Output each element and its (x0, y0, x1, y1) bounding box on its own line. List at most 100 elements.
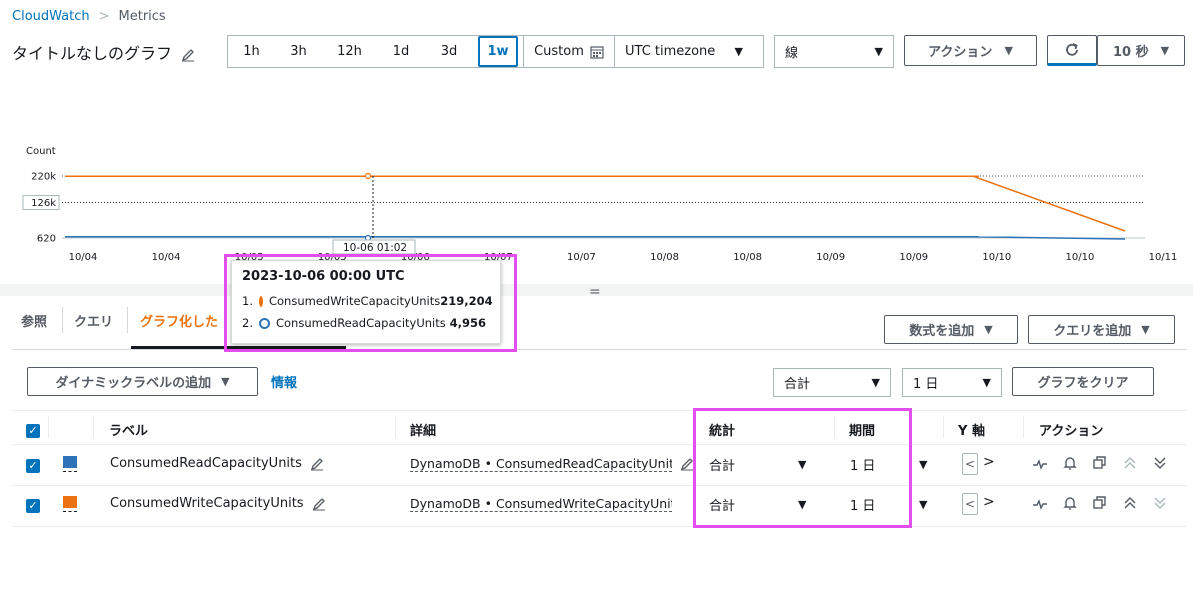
caret-down-icon: ▼ (982, 376, 991, 389)
range-1h[interactable]: 1h (228, 36, 275, 67)
graph-title: タイトルなしのグラフ (12, 44, 173, 63)
dynamic-label-button[interactable]: ダイナミックラベルの追加 ▼ (27, 367, 258, 396)
pencil-icon[interactable] (680, 457, 694, 471)
y-axis-right-button[interactable]: > (983, 494, 995, 510)
range-12h[interactable]: 12h (322, 36, 377, 67)
tab-graphed-metrics[interactable]: グラフ化した (140, 311, 218, 330)
breadcrumb-cloudwatch-link[interactable]: CloudWatch (12, 9, 90, 24)
period-select[interactable]: 1 日 ▼ (902, 368, 1002, 397)
row-details[interactable]: DynamoDB • ConsumedWriteCapacityUnits (410, 496, 672, 512)
info-link[interactable]: 情報 (271, 372, 297, 391)
highlight-box-tooltip (224, 254, 517, 352)
header-actions: アクション (1039, 424, 1104, 439)
chevron-right-icon: > (98, 9, 110, 24)
add-query-button[interactable]: クエリを追加 ▼ (1028, 315, 1175, 344)
range-1w[interactable]: 1w (478, 36, 518, 67)
y-tick-labels: 220k 126k 620 (22, 172, 60, 245)
pencil-icon[interactable] (312, 497, 326, 511)
pulse-icon[interactable] (1032, 456, 1048, 472)
x-tick-label: 10/11 (1149, 252, 1178, 263)
table-header (12, 410, 1187, 445)
select-all-checkbox[interactable]: ✓ (26, 424, 40, 438)
refresh-interval-label: 10 秒 (1112, 45, 1149, 60)
caret-down-icon[interactable]: ▼ (919, 458, 927, 471)
page-title: タイトルなしのグラフ (12, 40, 195, 64)
range-1d[interactable]: 1d (377, 36, 425, 67)
caret-down-icon: ▼ (984, 323, 993, 336)
row-checkbox[interactable]: ✓ (26, 459, 40, 473)
caret-down-icon: ▼ (1160, 44, 1170, 57)
copy-icon[interactable] (1092, 495, 1108, 511)
y-tick-label: 620 (37, 234, 56, 245)
line-chart[interactable]: Count 220k126k620 10/04 10/04 10/05 10/05 10… (0, 76, 1193, 284)
pencil-icon[interactable] (181, 48, 195, 62)
row-details[interactable]: DynamoDB • ConsumedReadCapacityUnits (410, 456, 672, 472)
y-axis-left-button[interactable]: < (962, 453, 978, 475)
chevron-left-icon: < (964, 457, 976, 471)
caret-down-icon: ▼ (1004, 44, 1013, 57)
row-label-text: ConsumedReadCapacityUnits (110, 456, 302, 471)
y-axis-label: Count (26, 146, 56, 157)
bell-icon[interactable] (1062, 495, 1078, 511)
x-tick-label: 10/09 (899, 252, 928, 263)
move-down-icon[interactable] (1152, 495, 1168, 511)
caret-down-icon[interactable]: ▼ (919, 498, 927, 511)
row-checkbox[interactable]: ✓ (26, 499, 40, 513)
line-style-dash (63, 511, 77, 512)
stat-select-label: 合計 (784, 377, 811, 392)
period-select-label: 1 日 (913, 377, 939, 392)
cursor-label: 10-06 01:02 (343, 242, 407, 254)
refresh-icon (1066, 42, 1078, 56)
header-details: 詳細 (410, 424, 437, 439)
series-color-swatch[interactable] (63, 456, 77, 468)
x-tick-label: 10/09 (816, 252, 845, 263)
actions-label: アクション (928, 45, 993, 60)
x-tick-label: 10/04 (69, 252, 98, 263)
calendar-icon (590, 45, 604, 59)
tab-browse[interactable]: 参照 (21, 311, 47, 330)
add-math-button[interactable]: 数式を追加 ▼ (884, 315, 1018, 344)
row-divider (12, 485, 1187, 486)
timezone-label: UTC timezone (625, 44, 716, 59)
highlight-box-stat-period (693, 408, 912, 528)
resize-grip-icon[interactable]: = (589, 284, 601, 300)
tab-divider (127, 307, 128, 333)
custom-range-button[interactable]: Custom (524, 36, 614, 67)
time-range-selector: 1h 3h 12h 1d 3d 1w Custom UTC timezone ▼ (227, 35, 764, 68)
move-up-icon[interactable] (1122, 455, 1138, 471)
chart-type-select[interactable]: 線 ▼ (774, 35, 894, 68)
row-label-text: ConsumedWriteCapacityUnits (110, 496, 304, 511)
y-gridlines (62, 175, 1145, 239)
row-label: ConsumedReadCapacityUnits (110, 456, 324, 471)
column-divider (943, 416, 944, 438)
row-divider (12, 526, 1187, 527)
actions-dropdown-button[interactable]: アクション ▼ (904, 35, 1037, 66)
timezone-select[interactable]: UTC timezone ▼ (615, 36, 753, 67)
x-tick-label: 10/07 (567, 252, 596, 263)
y-axis-left-button[interactable]: < (962, 493, 978, 515)
clear-graph-button[interactable]: グラフをクリア (1012, 367, 1154, 396)
move-up-icon[interactable] (1122, 495, 1138, 511)
cursor-point-write (364, 172, 372, 180)
range-3d[interactable]: 3d (425, 36, 473, 67)
refresh-interval-dropdown[interactable]: 10 秒 ▼ (1097, 35, 1185, 66)
bell-icon[interactable] (1062, 455, 1078, 471)
pencil-icon[interactable] (310, 457, 324, 471)
breadcrumb-current: Metrics (118, 9, 166, 24)
x-tick-label: 10/04 (152, 252, 181, 263)
series-color-swatch[interactable] (63, 496, 77, 508)
series-line (65, 175, 1126, 232)
caret-down-icon: ▼ (871, 376, 880, 389)
copy-icon[interactable] (1092, 455, 1108, 471)
refresh-button[interactable] (1047, 35, 1097, 66)
y-axis-right-button[interactable]: > (983, 454, 995, 470)
tab-query[interactable]: クエリ (74, 311, 113, 330)
x-tick-label: 10/10 (1066, 252, 1095, 263)
pulse-icon[interactable] (1032, 496, 1048, 512)
column-divider (93, 416, 94, 438)
column-divider (48, 416, 49, 438)
dynamic-label-text: ダイナミックラベルの追加 (55, 376, 212, 391)
stat-select[interactable]: 合計 ▼ (773, 368, 891, 397)
range-3h[interactable]: 3h (275, 36, 322, 67)
move-down-icon[interactable] (1152, 455, 1168, 471)
